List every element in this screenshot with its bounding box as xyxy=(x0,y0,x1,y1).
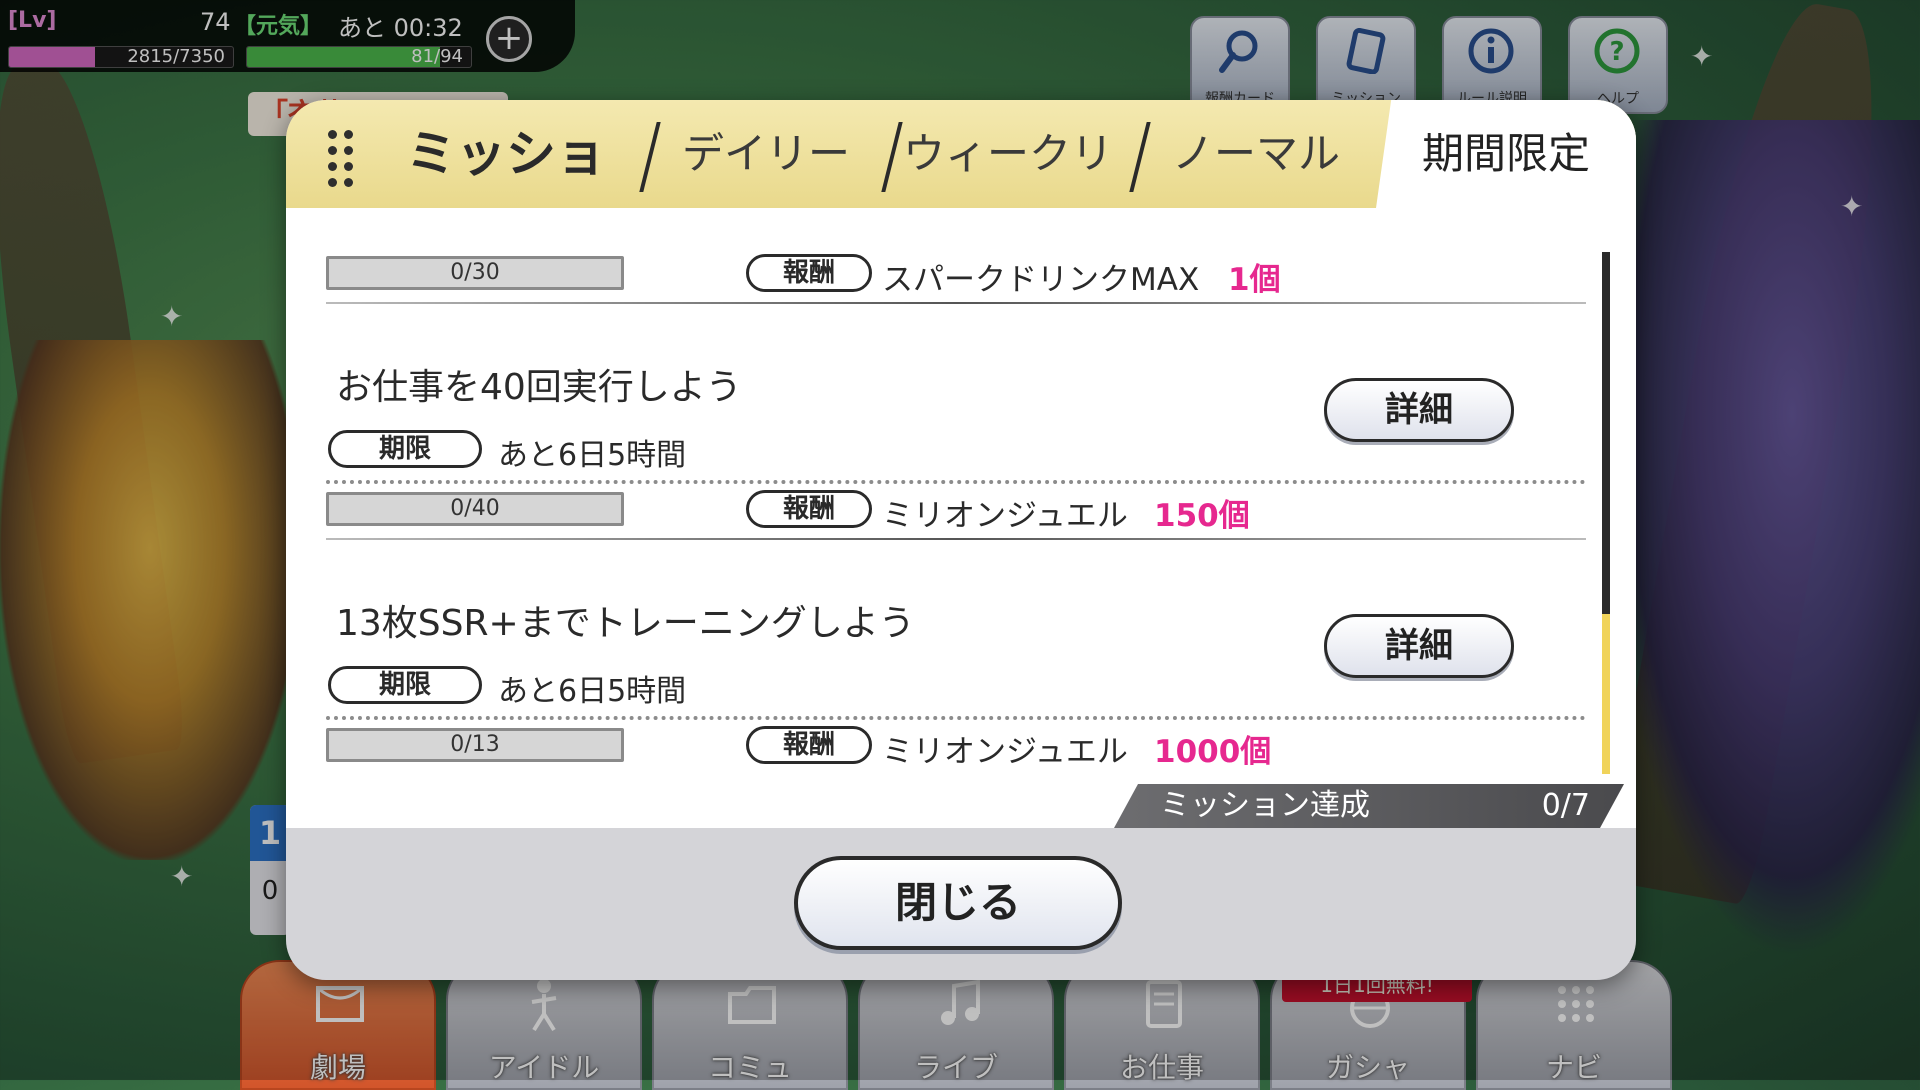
mission-progress: 0/40 xyxy=(326,492,624,526)
reward-name: ミリオンジュエル xyxy=(882,498,1128,534)
tab-divider xyxy=(1129,122,1151,192)
drag-grip-icon xyxy=(328,130,358,187)
mission-title: お仕事を40回実行しよう xyxy=(336,367,742,408)
mission-list: 0/30 報酬 スパークドリンクMAX 1個 お仕事を40回実行しよう 詳細 期… xyxy=(286,208,1636,828)
tab-normal[interactable]: ノーマル xyxy=(1156,100,1356,208)
reward-quantity: 1000個 xyxy=(1154,734,1272,770)
tab-limited[interactable]: 期間限定 xyxy=(1396,100,1616,208)
deadline-tag: 期限 xyxy=(328,430,482,468)
deadline-tag: 期限 xyxy=(328,666,482,704)
reward-name: スパークドリンクMAX xyxy=(882,262,1200,298)
tab-divider xyxy=(639,122,661,192)
detail-button[interactable]: 詳細 xyxy=(1324,378,1514,442)
deadline-text: あと6日5時間 xyxy=(498,438,687,473)
reward-tag: 報酬 xyxy=(746,726,872,764)
scrollbar-thumb[interactable] xyxy=(1602,614,1610,774)
reward-tag: 報酬 xyxy=(746,490,872,528)
achievement-count: 0/7 xyxy=(1541,788,1590,823)
row-divider xyxy=(326,538,1586,540)
reward-name: ミリオンジュエル xyxy=(882,734,1128,770)
mission-progress: 0/30 xyxy=(326,256,624,290)
tab-weekly[interactable]: ウィークリー xyxy=(898,100,1118,286)
reward-quantity: 1個 xyxy=(1228,262,1281,298)
row-divider xyxy=(326,302,1586,304)
close-button[interactable]: 閉じる xyxy=(794,856,1122,950)
dotted-divider xyxy=(326,716,1586,720)
dialog-title: ミッション xyxy=(406,125,606,291)
mission-progress: 0/13 xyxy=(326,728,624,762)
reward-tag: 報酬 xyxy=(746,254,872,292)
achievement-label: ミッション達成 xyxy=(1160,788,1370,823)
mission-dialog: ミッション デイリー ウィークリー ノーマル 期間限定 0/30 報酬 スパーク… xyxy=(286,100,1636,980)
tab-daily[interactable]: デイリー xyxy=(666,100,866,208)
dotted-divider xyxy=(326,480,1586,484)
deadline-text: あと6日5時間 xyxy=(498,674,687,709)
mission-title: 13枚SSR+までトレーニングしよう xyxy=(336,603,915,644)
reward-quantity: 150個 xyxy=(1154,498,1250,534)
mission-achievement-bar: ミッション達成 0/7 xyxy=(1114,784,1624,828)
dialog-header: ミッション デイリー ウィークリー ノーマル 期間限定 xyxy=(286,100,1636,291)
detail-button[interactable]: 詳細 xyxy=(1324,614,1514,678)
